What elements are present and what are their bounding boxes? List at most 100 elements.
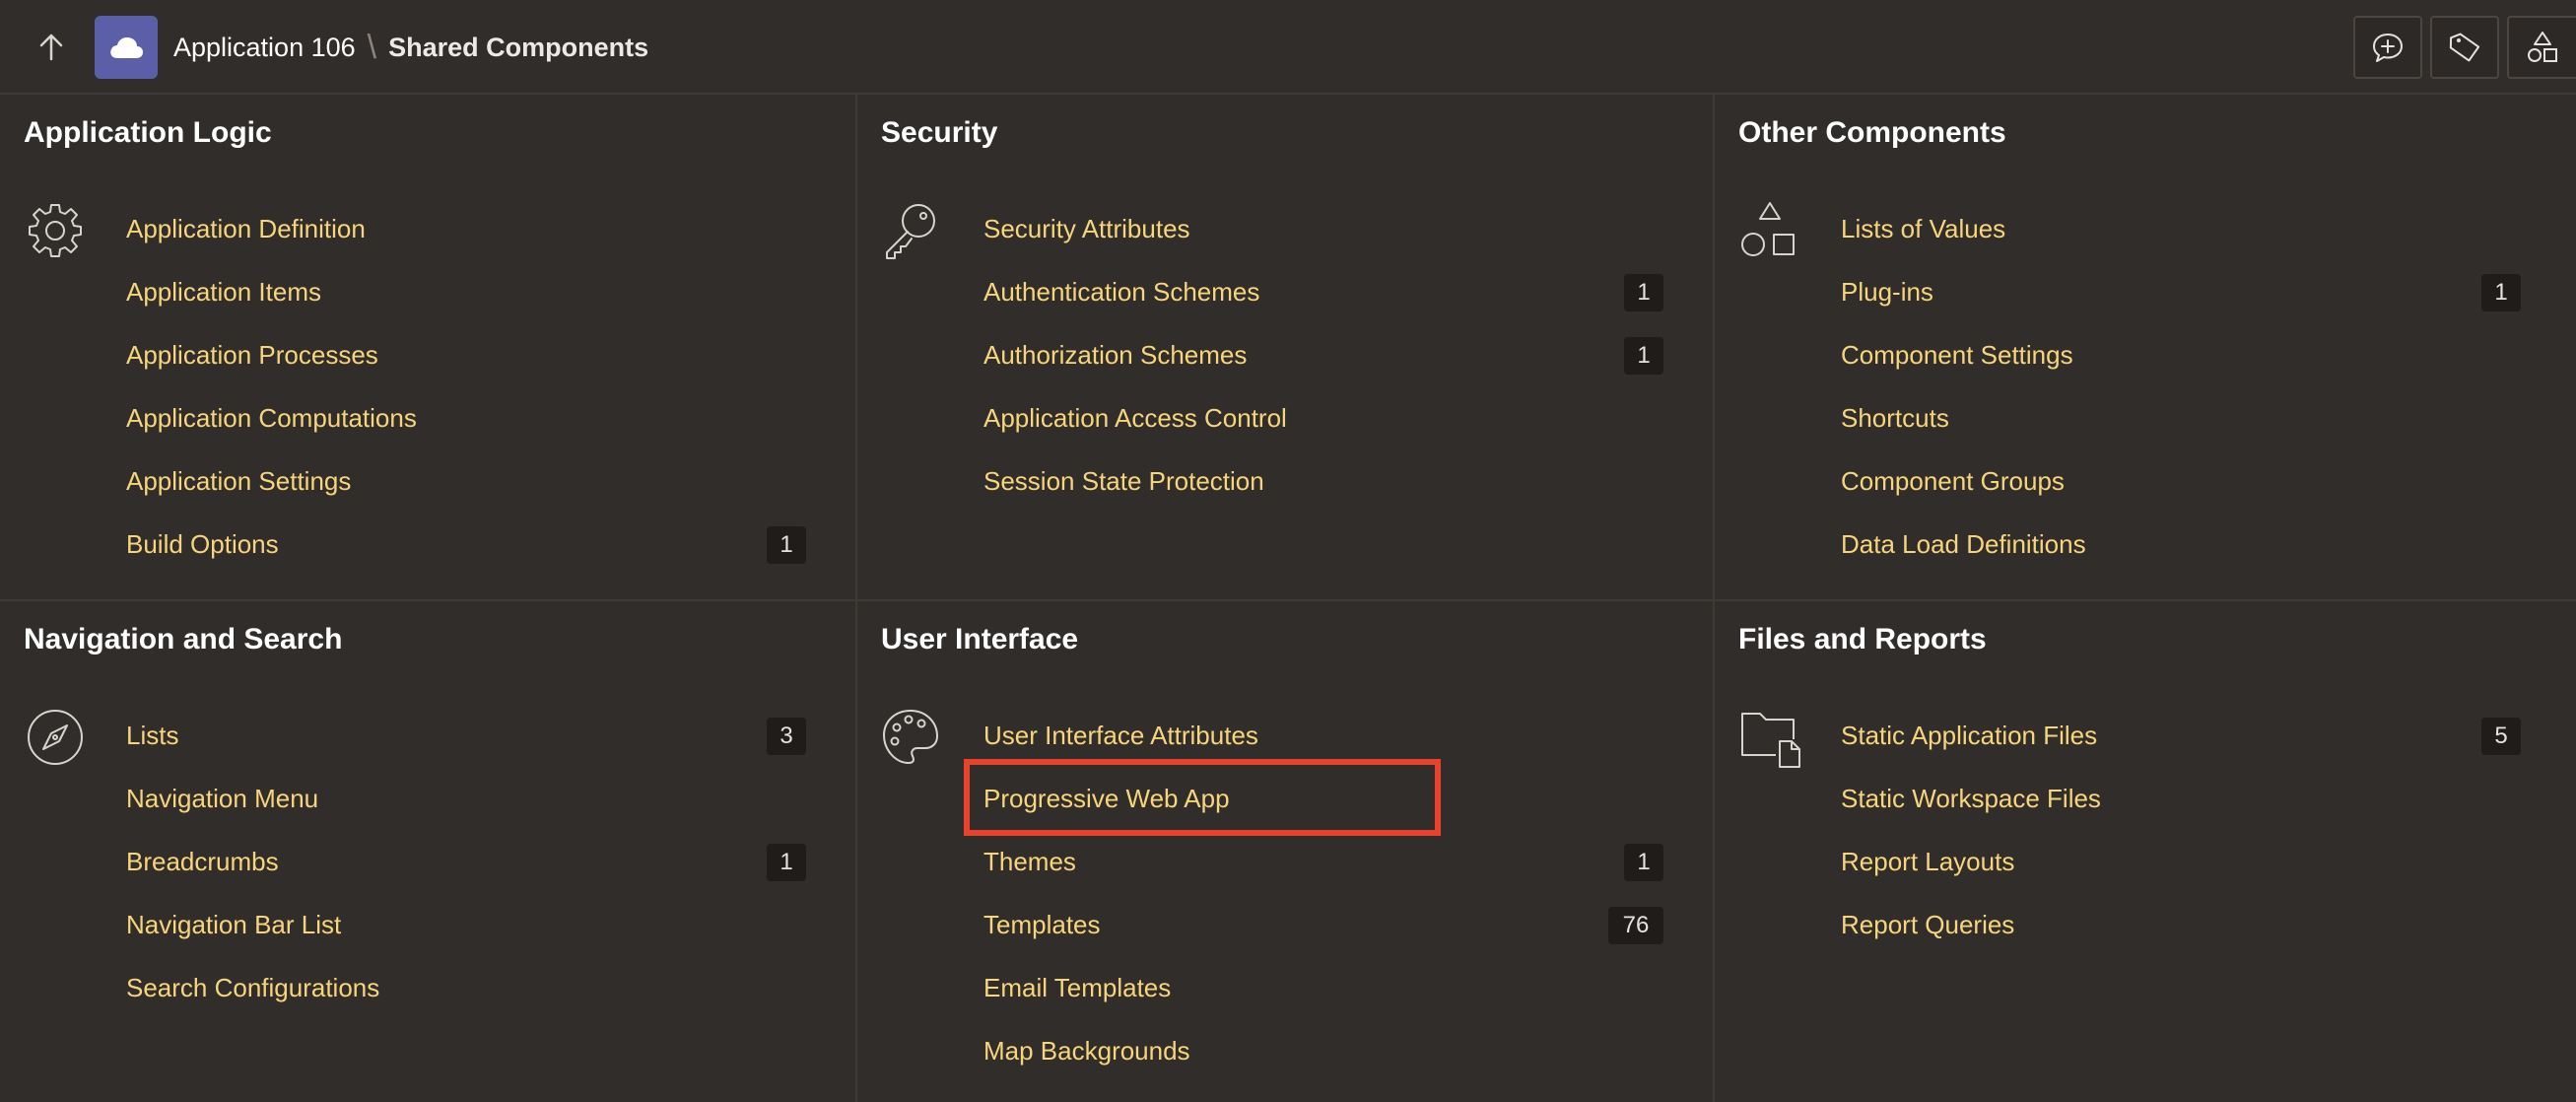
shapes-icon: [2528, 32, 2557, 62]
key-icon: [879, 199, 942, 262]
link-user-interface-attributes[interactable]: User Interface Attributes: [983, 718, 1258, 753]
link-static-workspace-files[interactable]: Static Workspace Files: [1841, 781, 2101, 816]
list-item: Data Load Definitions: [1841, 526, 2086, 589]
cloud-icon-svg: [110, 37, 143, 58]
list-item: Report Queries: [1841, 907, 2101, 970]
list-item: Lists of Values: [1841, 211, 2086, 274]
link-application-settings[interactable]: Application Settings: [126, 463, 351, 499]
shapes-button[interactable]: [2507, 16, 2576, 79]
shapes-icon: [1738, 199, 1801, 262]
cloud-icon[interactable]: [95, 16, 158, 79]
list-item: Build Options 1: [126, 526, 806, 589]
add-comment-button[interactable]: [2353, 16, 2422, 79]
list-item: Email Templates: [983, 970, 1258, 1033]
list-item: Static Workspace Files: [1841, 781, 2101, 844]
link-report-queries[interactable]: Report Queries: [1841, 907, 2014, 942]
list-item: Application Computations: [126, 400, 417, 463]
shared-components-grid: Application Logic Application Definition…: [0, 95, 2576, 1102]
panel-other-components: Other Components Lists of Values Plug-in…: [1713, 95, 2576, 599]
link-component-groups[interactable]: Component Groups: [1841, 463, 2065, 499]
list-item: Templates 76: [983, 907, 1663, 970]
panel-files-and-reports: Files and Reports Static Application Fil…: [1713, 599, 2576, 1102]
panel-application-logic: Application Logic Application Definition…: [0, 95, 855, 599]
list-item: Progressive Web App: [983, 781, 1258, 844]
list-item: Application Access Control: [983, 400, 1287, 463]
link-shortcuts[interactable]: Shortcuts: [1841, 400, 1949, 436]
link-component-settings[interactable]: Component Settings: [1841, 337, 2073, 373]
panel-navigation-and-search: Navigation and Search Lists 3 Navigation …: [0, 599, 855, 1102]
count-badge: 1: [1624, 337, 1663, 375]
count-badge: 1: [2481, 274, 2521, 311]
list-item: Application Definition: [126, 211, 417, 274]
breadcrumb-separator: \: [367, 28, 377, 66]
list-item: Security Attributes: [983, 211, 1287, 274]
list-item: Application Processes: [126, 337, 417, 400]
breadcrumb-application-link[interactable]: Application 106: [173, 33, 356, 63]
link-application-definition[interactable]: Application Definition: [126, 211, 366, 246]
tag-button[interactable]: [2430, 16, 2499, 79]
link-navigation-bar-list[interactable]: Navigation Bar List: [126, 907, 341, 942]
link-list: Lists of Values Plug-ins 1 Component Sett…: [1841, 211, 2521, 589]
list-item: Session State Protection: [983, 463, 1287, 526]
link-list: Security Attributes Authentication Schem…: [983, 211, 1663, 526]
folder-file-icon: [1738, 706, 1801, 769]
list-item: User Interface Attributes: [983, 718, 1258, 781]
link-lists[interactable]: Lists: [126, 718, 178, 753]
link-list: User Interface Attributes Progressive We…: [983, 718, 1663, 1096]
list-item: Lists 3: [126, 718, 806, 781]
link-application-access-control[interactable]: Application Access Control: [983, 400, 1287, 436]
link-data-load-definitions[interactable]: Data Load Definitions: [1841, 526, 2086, 562]
list-item: Navigation Bar List: [126, 907, 379, 970]
count-badge: 76: [1608, 907, 1663, 944]
panel-title: Other Components: [1738, 116, 2006, 149]
link-application-processes[interactable]: Application Processes: [126, 337, 378, 373]
list-item: Shortcuts: [1841, 400, 2086, 463]
count-badge: 3: [767, 718, 806, 755]
link-application-items[interactable]: Application Items: [126, 274, 321, 310]
breadcrumb: Application 106 \ Shared Components: [173, 28, 648, 66]
count-badge: 5: [2481, 718, 2521, 755]
panel-user-interface: User Interface User Interface Attributes…: [855, 599, 1713, 1102]
panel-title: Files and Reports: [1738, 623, 1987, 655]
link-session-state-protection[interactable]: Session State Protection: [983, 463, 1264, 499]
link-themes[interactable]: Themes: [983, 844, 1076, 879]
link-search-configurations[interactable]: Search Configurations: [126, 970, 379, 1005]
up-arrow-icon[interactable]: [22, 20, 81, 75]
panel-title: Navigation and Search: [24, 623, 343, 655]
count-badge: 1: [1624, 274, 1663, 311]
link-build-options[interactable]: Build Options: [126, 526, 279, 562]
list-item: Authentication Schemes 1: [983, 274, 1663, 337]
link-lists-of-values[interactable]: Lists of Values: [1841, 211, 2005, 246]
link-authorization-schemes[interactable]: Authorization Schemes: [983, 337, 1247, 373]
link-list: Lists 3 Navigation Menu Breadcrumbs 1 Navi…: [126, 718, 806, 1033]
list-item: Breadcrumbs 1: [126, 844, 806, 907]
link-static-application-files[interactable]: Static Application Files: [1841, 718, 2097, 753]
link-security-attributes[interactable]: Security Attributes: [983, 211, 1190, 246]
list-item: Component Settings: [1841, 337, 2086, 400]
top-bar: Application 106 \ Shared Components: [0, 0, 2576, 95]
list-item: Application Items: [126, 274, 417, 337]
list-item: Navigation Menu: [126, 781, 379, 844]
link-progressive-web-app[interactable]: Progressive Web App: [983, 781, 1230, 816]
list-item: Report Layouts: [1841, 844, 2101, 907]
link-plug-ins[interactable]: Plug-ins: [1841, 274, 1933, 310]
link-email-templates[interactable]: Email Templates: [983, 970, 1171, 1005]
link-map-backgrounds[interactable]: Map Backgrounds: [983, 1033, 1190, 1068]
list-item: Themes 1: [983, 844, 1663, 907]
link-breadcrumbs[interactable]: Breadcrumbs: [126, 844, 279, 879]
count-badge: 1: [767, 526, 806, 564]
panel-security: Security Security Attributes Authenticat…: [855, 95, 1713, 599]
list-item: Application Settings: [126, 463, 417, 526]
panel-title: Application Logic: [24, 116, 272, 149]
link-navigation-menu[interactable]: Navigation Menu: [126, 781, 318, 816]
count-badge: 1: [1624, 844, 1663, 881]
link-report-layouts[interactable]: Report Layouts: [1841, 844, 2014, 879]
palette-icon: [879, 706, 942, 769]
link-templates[interactable]: Templates: [983, 907, 1101, 942]
list-item: Component Groups: [1841, 463, 2086, 526]
link-authentication-schemes[interactable]: Authentication Schemes: [983, 274, 1259, 310]
add-comment-icon: [2373, 34, 2403, 62]
list-item: Map Backgrounds: [983, 1033, 1258, 1096]
link-application-computations[interactable]: Application Computations: [126, 400, 417, 436]
list-item: Search Configurations: [126, 970, 379, 1033]
